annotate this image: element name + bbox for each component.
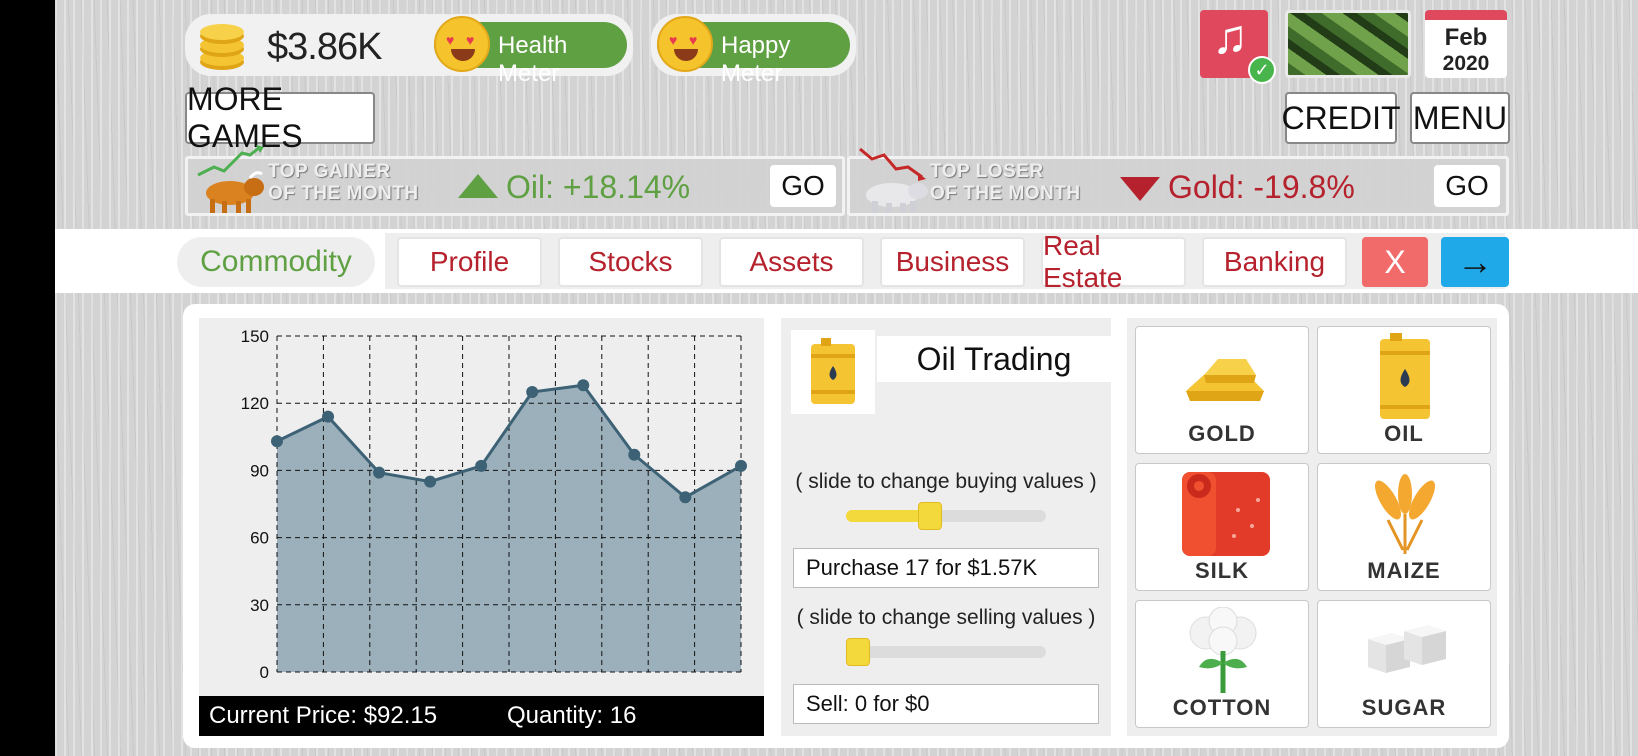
top-gainer-title: TOP GAINER OF THE MONTH bbox=[268, 161, 419, 204]
tab-bar: Commodity Profile Stocks Assets Business… bbox=[55, 229, 1638, 293]
commodity-label: GOLD bbox=[1188, 421, 1256, 446]
current-price: Current Price: $92.15 bbox=[209, 702, 438, 729]
heart-eyes-emoji-icon: ♥ ♥ bbox=[657, 16, 713, 72]
credit-button[interactable]: CREDIT bbox=[1281, 92, 1401, 144]
chart-data-point bbox=[322, 410, 335, 423]
health-meter[interactable]: ♥ ♥ Health Meter bbox=[428, 14, 633, 87]
chart-data-point bbox=[271, 435, 283, 448]
trade-panel: Oil Trading ( slide to change buying val… bbox=[781, 318, 1111, 736]
trade-title: Oil Trading bbox=[877, 336, 1111, 382]
health-meter-label: Health Meter bbox=[498, 32, 568, 87]
bull-icon bbox=[197, 145, 264, 213]
sugar-cubes-icon bbox=[1368, 625, 1446, 673]
tab-business[interactable]: Business bbox=[880, 237, 1025, 287]
wheat-icon bbox=[1375, 474, 1435, 554]
tab-profile[interactable]: Profile bbox=[397, 237, 542, 287]
buy-slider[interactable] bbox=[846, 502, 1046, 530]
up-triangle-icon bbox=[458, 174, 498, 198]
bear-icon bbox=[859, 147, 928, 213]
price-footer: Current Price: $92.15 Quantity: 16 bbox=[199, 696, 764, 736]
happy-meter-label: Happy Meter bbox=[721, 32, 791, 87]
commodity-panel: 150 120 90 60 30 0 Current Price: $92.15 Quan… bbox=[183, 304, 1509, 748]
top-loser-title: TOP LOSER OF THE MONTH bbox=[930, 161, 1081, 204]
top-gainer-value: Oil: +18.14% bbox=[506, 169, 691, 205]
gold-bars-icon bbox=[1186, 359, 1264, 401]
money-value: $3.86K bbox=[267, 26, 382, 68]
tab-real-estate[interactable]: Real Estate bbox=[1041, 230, 1186, 293]
top-loser-go-button[interactable]: GO bbox=[1434, 165, 1500, 207]
more-games-button[interactable]: MORE GAMES bbox=[185, 81, 375, 154]
chart-data-point bbox=[577, 379, 590, 392]
commodity-card-sugar[interactable]: SUGAR bbox=[1317, 600, 1491, 728]
close-button[interactable]: X bbox=[1362, 237, 1428, 287]
coins-icon bbox=[200, 24, 244, 70]
commodity-label: SUGAR bbox=[1361, 695, 1447, 720]
buy-hint: ( slide to change buying values ) bbox=[795, 470, 1097, 493]
tab-stocks[interactable]: Stocks bbox=[558, 237, 703, 287]
top-gainer-ticker: TOP GAINER OF THE MONTH Oil: +18.14% GO bbox=[185, 145, 845, 216]
purchase-button[interactable]: Purchase 17 for $1.57K bbox=[793, 548, 1099, 588]
down-triangle-icon bbox=[1120, 177, 1160, 201]
sell-slider[interactable] bbox=[846, 638, 1046, 666]
tab-banking[interactable]: Banking bbox=[1202, 237, 1347, 287]
oil-barrel-icon bbox=[1380, 333, 1430, 419]
top-loser-ticker: TOP LOSER OF THE MONTH Gold: -19.8% GO bbox=[847, 147, 1509, 216]
cotton-icon bbox=[1189, 607, 1257, 693]
chart-data-point bbox=[424, 475, 437, 488]
y-tick-label: 120 bbox=[241, 394, 269, 413]
price-chart: 150 120 90 60 30 0 bbox=[241, 327, 747, 682]
silk-roll-icon bbox=[1182, 472, 1270, 556]
y-tick-label: 0 bbox=[260, 663, 269, 682]
check-icon: ✓ bbox=[1248, 56, 1276, 84]
chart-data-point bbox=[628, 448, 641, 461]
tab-assets[interactable]: Assets bbox=[719, 237, 864, 287]
commodity-card-maize[interactable]: MAIZE bbox=[1317, 463, 1491, 591]
menu-button[interactable]: MENU bbox=[1410, 92, 1510, 144]
commodity-label: SILK bbox=[1194, 558, 1250, 583]
calendar-date: Feb 2020 bbox=[1425, 10, 1507, 78]
commodity-card-silk[interactable]: SILK bbox=[1135, 463, 1309, 591]
buy-slider-handle[interactable] bbox=[918, 502, 942, 530]
commodity-grid: GOLD OIL SILK MAIZE COTTON SUGAR bbox=[1127, 318, 1497, 736]
chart-data-point bbox=[526, 386, 539, 398]
sell-button[interactable]: Sell: 0 for $0 bbox=[793, 684, 1099, 724]
y-tick-label: 60 bbox=[250, 529, 269, 548]
quantity: Quantity: 16 bbox=[507, 702, 637, 729]
trade-icon-tab bbox=[791, 330, 875, 414]
music-toggle-button[interactable]: ♫ ✓ bbox=[1200, 10, 1276, 84]
y-tick-label: 150 bbox=[241, 327, 269, 346]
chart-data-point bbox=[373, 466, 386, 479]
commodity-card-oil[interactable]: OIL bbox=[1317, 326, 1491, 454]
y-tick-label: 90 bbox=[250, 461, 269, 480]
chart-data-point bbox=[735, 459, 747, 472]
commodity-card-cotton[interactable]: COTTON bbox=[1135, 600, 1309, 728]
cash-shop-button[interactable] bbox=[1285, 10, 1411, 78]
next-arrow-button[interactable]: → bbox=[1441, 237, 1509, 287]
chart-data-point bbox=[475, 459, 488, 472]
calendar-icon bbox=[1425, 10, 1507, 20]
game-screen: $3.86K ♥ ♥ Health Meter ♥ ♥ Happy Meter ♫ … bbox=[55, 0, 1638, 756]
y-tick-label: 30 bbox=[250, 596, 269, 615]
sell-hint: ( slide to change selling values ) bbox=[796, 606, 1096, 629]
music-note-icon: ♫ bbox=[1212, 11, 1248, 64]
commodity-label: MAIZE bbox=[1367, 558, 1441, 583]
sell-slider-handle[interactable] bbox=[846, 638, 870, 666]
tab-commodity[interactable]: Commodity bbox=[177, 237, 375, 287]
top-loser-value: Gold: -19.8% bbox=[1168, 169, 1355, 205]
oil-barrel-icon bbox=[811, 338, 855, 404]
commodity-label: COTTON bbox=[1172, 695, 1272, 720]
commodity-card-gold[interactable]: GOLD bbox=[1135, 326, 1309, 454]
chart-data-point bbox=[679, 491, 692, 504]
top-gainer-go-button[interactable]: GO bbox=[770, 165, 836, 207]
price-chart-panel: 150 120 90 60 30 0 Current Price: $92.15 Quan… bbox=[199, 318, 764, 736]
date-year: 2020 bbox=[1442, 52, 1490, 75]
heart-eyes-emoji-icon: ♥ ♥ bbox=[434, 16, 490, 72]
date-month: Feb bbox=[1444, 24, 1488, 51]
happy-meter-bar: ♥ ♥ Happy Meter bbox=[657, 16, 850, 87]
happy-meter[interactable]: ♥ ♥ Happy Meter bbox=[651, 14, 856, 87]
commodity-label: OIL bbox=[1384, 421, 1424, 446]
health-meter-bar: ♥ ♥ Health Meter bbox=[434, 16, 627, 87]
